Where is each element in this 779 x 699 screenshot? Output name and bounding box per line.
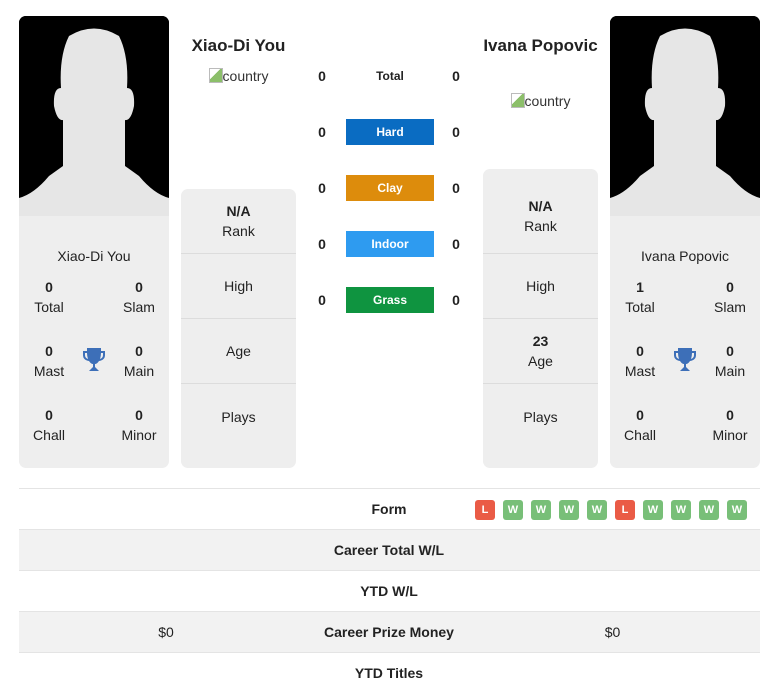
country-flag-left: country [181, 68, 296, 84]
titles-mast-left: 0 Mast [33, 343, 65, 379]
player-name-right[interactable]: Ivana Popovic [483, 33, 598, 58]
player-photo-left [19, 16, 169, 216]
player-card-name-left: Xiao-Di You [57, 248, 131, 264]
country-flag-right: country [483, 93, 598, 109]
rank-cell: N/A Rank [181, 189, 296, 254]
titles-total-left: 0 Total [34, 279, 64, 315]
table-row-form: Form L W W W W L W W W W [19, 489, 760, 530]
table-row-ytd-titles: YTD Titles [19, 653, 760, 694]
player-info-right: N/A Rank High 23 Age Plays [483, 169, 598, 468]
form-result-badge: L [475, 500, 495, 520]
titles-slam-right: 0 Slam [714, 279, 746, 315]
player-name-left[interactable]: Xiao-Di You [181, 33, 296, 58]
player-photo-right [610, 16, 760, 216]
row-label: YTD W/L [360, 583, 418, 599]
silhouette-icon [19, 16, 169, 216]
table-row-prize-money: $0 Career Prize Money $0 [19, 612, 760, 653]
silhouette-icon [610, 16, 760, 216]
player-card-name-right: Ivana Popovic [641, 248, 729, 264]
player-card-left: Xiao-Di You 0 Total 0 Slam 0 Mast 0 Main 0 Ch… [19, 16, 169, 468]
high-cell: High [181, 254, 296, 319]
surface-clay-badge[interactable]: Clay [346, 175, 434, 201]
h2h-hard: 0 Hard 0 [310, 119, 470, 145]
form-result-badge: W [699, 500, 719, 520]
h2h-indoor: 0 Indoor 0 [310, 231, 470, 257]
plays-cell: Plays [221, 408, 256, 425]
prize-money-left: $0 [158, 624, 174, 640]
trophy-icon [673, 347, 697, 373]
titles-main-right: 0 Main [714, 343, 746, 379]
titles-mast-right: 0 Mast [624, 343, 656, 379]
titles-slam-left: 0 Slam [123, 279, 155, 315]
rank-cell: N/A Rank [483, 169, 598, 254]
form-result-badge: W [531, 500, 551, 520]
form-badges: L W W W W L W W W W [475, 500, 747, 520]
plays-cell: Plays [523, 408, 558, 425]
form-result-badge: W [503, 500, 523, 520]
row-label: Career Prize Money [324, 624, 454, 640]
form-result-badge: W [643, 500, 663, 520]
table-row-ytd-wl: YTD W/L [19, 571, 760, 612]
titles-total-right: 1 Total [625, 279, 655, 315]
surface-grass-badge[interactable]: Grass [346, 287, 434, 313]
form-result-badge: W [587, 500, 607, 520]
h2h-clay: 0 Clay 0 [310, 175, 470, 201]
form-result-badge: W [559, 500, 579, 520]
titles-minor-left: 0 Minor [121, 407, 157, 443]
comparison-table: Form L W W W W L W W W W Career Total W/… [19, 488, 760, 694]
age-cell: 23 Age [483, 319, 598, 384]
titles-chall-left: 0 Chall [33, 407, 65, 443]
broken-image-icon [208, 68, 223, 83]
form-result-badge: W [727, 500, 747, 520]
player-card-right: Ivana Popovic 1 Total 0 Slam 0 Mast 0 Main 0… [610, 16, 760, 468]
titles-main-left: 0 Main [123, 343, 155, 379]
age-cell: Age [181, 319, 296, 384]
row-label: Form [371, 501, 407, 517]
surface-hard-badge[interactable]: Hard [346, 119, 434, 145]
broken-image-icon [510, 93, 525, 108]
table-row-career-wl: Career Total W/L [19, 530, 760, 571]
h2h-grass: 0 Grass 0 [310, 287, 470, 313]
trophy-icon [82, 347, 106, 373]
form-result-badge: L [615, 500, 635, 520]
row-label: Career Total W/L [333, 542, 445, 558]
high-cell: High [483, 254, 598, 319]
surface-indoor-badge[interactable]: Indoor [346, 231, 434, 257]
row-label: YTD Titles [354, 665, 424, 681]
h2h-total: 0 Total 0 [310, 63, 470, 89]
surface-total-label: Total [376, 69, 404, 83]
prize-money-right: $0 [604, 624, 621, 640]
form-result-badge: W [671, 500, 691, 520]
titles-chall-right: 0 Chall [624, 407, 656, 443]
player-info-left: N/A Rank High Age Plays [181, 189, 296, 468]
titles-minor-right: 0 Minor [712, 407, 748, 443]
